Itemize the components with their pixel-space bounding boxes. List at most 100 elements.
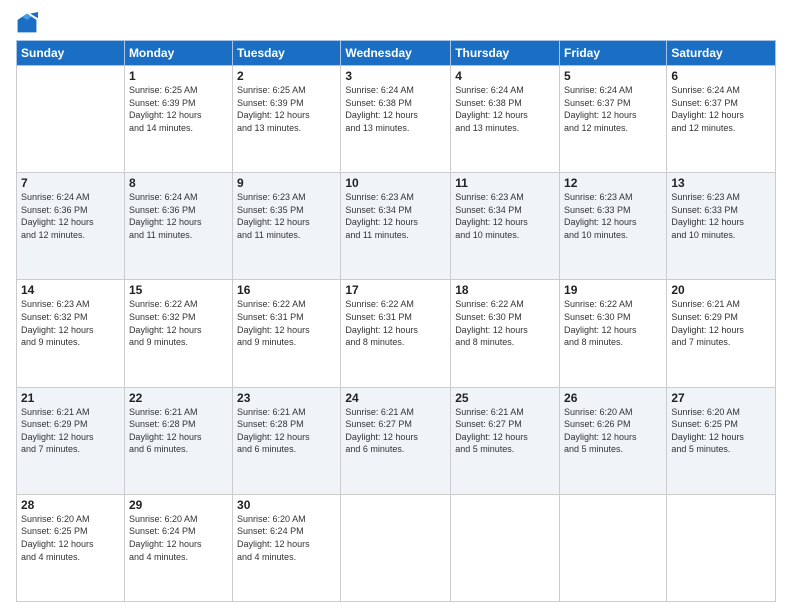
calendar-cell: 26Sunrise: 6:20 AM Sunset: 6:26 PM Dayli… <box>560 387 667 494</box>
day-info: Sunrise: 6:21 AM Sunset: 6:28 PM Dayligh… <box>129 406 228 456</box>
day-number: 29 <box>129 498 228 512</box>
day-number: 12 <box>564 176 662 190</box>
day-number: 10 <box>345 176 446 190</box>
day-info: Sunrise: 6:21 AM Sunset: 6:29 PM Dayligh… <box>671 298 771 348</box>
logo <box>16 12 42 34</box>
calendar-cell: 21Sunrise: 6:21 AM Sunset: 6:29 PM Dayli… <box>17 387 125 494</box>
day-info: Sunrise: 6:24 AM Sunset: 6:36 PM Dayligh… <box>129 191 228 241</box>
day-info: Sunrise: 6:23 AM Sunset: 6:33 PM Dayligh… <box>671 191 771 241</box>
calendar-header-tuesday: Tuesday <box>233 41 341 66</box>
day-info: Sunrise: 6:20 AM Sunset: 6:24 PM Dayligh… <box>237 513 336 563</box>
day-number: 25 <box>455 391 555 405</box>
day-number: 22 <box>129 391 228 405</box>
calendar-cell: 6Sunrise: 6:24 AM Sunset: 6:37 PM Daylig… <box>667 66 776 173</box>
calendar-cell: 19Sunrise: 6:22 AM Sunset: 6:30 PM Dayli… <box>560 280 667 387</box>
day-number: 9 <box>237 176 336 190</box>
day-number: 1 <box>129 69 228 83</box>
calendar-cell: 30Sunrise: 6:20 AM Sunset: 6:24 PM Dayli… <box>233 494 341 601</box>
day-info: Sunrise: 6:20 AM Sunset: 6:25 PM Dayligh… <box>21 513 120 563</box>
day-number: 27 <box>671 391 771 405</box>
day-number: 2 <box>237 69 336 83</box>
calendar-header-sunday: Sunday <box>17 41 125 66</box>
calendar-cell: 12Sunrise: 6:23 AM Sunset: 6:33 PM Dayli… <box>560 173 667 280</box>
calendar-cell <box>451 494 560 601</box>
calendar-cell: 25Sunrise: 6:21 AM Sunset: 6:27 PM Dayli… <box>451 387 560 494</box>
calendar-cell: 1Sunrise: 6:25 AM Sunset: 6:39 PM Daylig… <box>124 66 232 173</box>
day-info: Sunrise: 6:24 AM Sunset: 6:38 PM Dayligh… <box>455 84 555 134</box>
day-number: 23 <box>237 391 336 405</box>
day-info: Sunrise: 6:21 AM Sunset: 6:27 PM Dayligh… <box>455 406 555 456</box>
calendar-cell: 14Sunrise: 6:23 AM Sunset: 6:32 PM Dayli… <box>17 280 125 387</box>
day-number: 15 <box>129 283 228 297</box>
day-info: Sunrise: 6:23 AM Sunset: 6:34 PM Dayligh… <box>455 191 555 241</box>
day-number: 24 <box>345 391 446 405</box>
calendar-cell: 15Sunrise: 6:22 AM Sunset: 6:32 PM Dayli… <box>124 280 232 387</box>
day-info: Sunrise: 6:23 AM Sunset: 6:32 PM Dayligh… <box>21 298 120 348</box>
day-info: Sunrise: 6:24 AM Sunset: 6:38 PM Dayligh… <box>345 84 446 134</box>
calendar-header-monday: Monday <box>124 41 232 66</box>
calendar-cell: 16Sunrise: 6:22 AM Sunset: 6:31 PM Dayli… <box>233 280 341 387</box>
calendar-header-friday: Friday <box>560 41 667 66</box>
day-info: Sunrise: 6:24 AM Sunset: 6:37 PM Dayligh… <box>564 84 662 134</box>
calendar-week-row: 14Sunrise: 6:23 AM Sunset: 6:32 PM Dayli… <box>17 280 776 387</box>
day-number: 20 <box>671 283 771 297</box>
calendar-week-row: 7Sunrise: 6:24 AM Sunset: 6:36 PM Daylig… <box>17 173 776 280</box>
day-number: 14 <box>21 283 120 297</box>
calendar-cell <box>341 494 451 601</box>
calendar-cell: 13Sunrise: 6:23 AM Sunset: 6:33 PM Dayli… <box>667 173 776 280</box>
calendar-cell: 4Sunrise: 6:24 AM Sunset: 6:38 PM Daylig… <box>451 66 560 173</box>
day-number: 17 <box>345 283 446 297</box>
day-info: Sunrise: 6:21 AM Sunset: 6:27 PM Dayligh… <box>345 406 446 456</box>
day-number: 26 <box>564 391 662 405</box>
calendar-cell: 28Sunrise: 6:20 AM Sunset: 6:25 PM Dayli… <box>17 494 125 601</box>
day-number: 8 <box>129 176 228 190</box>
calendar-cell: 27Sunrise: 6:20 AM Sunset: 6:25 PM Dayli… <box>667 387 776 494</box>
day-number: 6 <box>671 69 771 83</box>
calendar-cell: 2Sunrise: 6:25 AM Sunset: 6:39 PM Daylig… <box>233 66 341 173</box>
day-info: Sunrise: 6:22 AM Sunset: 6:30 PM Dayligh… <box>455 298 555 348</box>
calendar-cell: 17Sunrise: 6:22 AM Sunset: 6:31 PM Dayli… <box>341 280 451 387</box>
calendar-cell: 18Sunrise: 6:22 AM Sunset: 6:30 PM Dayli… <box>451 280 560 387</box>
calendar-cell: 20Sunrise: 6:21 AM Sunset: 6:29 PM Dayli… <box>667 280 776 387</box>
calendar-header-saturday: Saturday <box>667 41 776 66</box>
day-number: 18 <box>455 283 555 297</box>
calendar-cell: 22Sunrise: 6:21 AM Sunset: 6:28 PM Dayli… <box>124 387 232 494</box>
calendar-week-row: 28Sunrise: 6:20 AM Sunset: 6:25 PM Dayli… <box>17 494 776 601</box>
day-info: Sunrise: 6:23 AM Sunset: 6:34 PM Dayligh… <box>345 191 446 241</box>
calendar-week-row: 1Sunrise: 6:25 AM Sunset: 6:39 PM Daylig… <box>17 66 776 173</box>
day-info: Sunrise: 6:24 AM Sunset: 6:37 PM Dayligh… <box>671 84 771 134</box>
calendar-cell: 3Sunrise: 6:24 AM Sunset: 6:38 PM Daylig… <box>341 66 451 173</box>
calendar-header-row: SundayMondayTuesdayWednesdayThursdayFrid… <box>17 41 776 66</box>
day-info: Sunrise: 6:22 AM Sunset: 6:31 PM Dayligh… <box>345 298 446 348</box>
day-number: 16 <box>237 283 336 297</box>
calendar-table: SundayMondayTuesdayWednesdayThursdayFrid… <box>16 40 776 602</box>
calendar-cell: 7Sunrise: 6:24 AM Sunset: 6:36 PM Daylig… <box>17 173 125 280</box>
day-info: Sunrise: 6:21 AM Sunset: 6:28 PM Dayligh… <box>237 406 336 456</box>
calendar-header-wednesday: Wednesday <box>341 41 451 66</box>
day-info: Sunrise: 6:22 AM Sunset: 6:32 PM Dayligh… <box>129 298 228 348</box>
calendar-cell: 29Sunrise: 6:20 AM Sunset: 6:24 PM Dayli… <box>124 494 232 601</box>
day-number: 11 <box>455 176 555 190</box>
day-info: Sunrise: 6:20 AM Sunset: 6:24 PM Dayligh… <box>129 513 228 563</box>
day-number: 4 <box>455 69 555 83</box>
day-info: Sunrise: 6:20 AM Sunset: 6:25 PM Dayligh… <box>671 406 771 456</box>
day-info: Sunrise: 6:21 AM Sunset: 6:29 PM Dayligh… <box>21 406 120 456</box>
day-info: Sunrise: 6:22 AM Sunset: 6:30 PM Dayligh… <box>564 298 662 348</box>
day-number: 13 <box>671 176 771 190</box>
day-info: Sunrise: 6:20 AM Sunset: 6:26 PM Dayligh… <box>564 406 662 456</box>
day-number: 7 <box>21 176 120 190</box>
day-number: 5 <box>564 69 662 83</box>
day-number: 3 <box>345 69 446 83</box>
day-number: 19 <box>564 283 662 297</box>
day-info: Sunrise: 6:22 AM Sunset: 6:31 PM Dayligh… <box>237 298 336 348</box>
calendar-cell <box>17 66 125 173</box>
calendar-cell: 11Sunrise: 6:23 AM Sunset: 6:34 PM Dayli… <box>451 173 560 280</box>
day-info: Sunrise: 6:24 AM Sunset: 6:36 PM Dayligh… <box>21 191 120 241</box>
day-info: Sunrise: 6:23 AM Sunset: 6:35 PM Dayligh… <box>237 191 336 241</box>
calendar-cell <box>560 494 667 601</box>
day-info: Sunrise: 6:25 AM Sunset: 6:39 PM Dayligh… <box>129 84 228 134</box>
day-info: Sunrise: 6:25 AM Sunset: 6:39 PM Dayligh… <box>237 84 336 134</box>
calendar-cell <box>667 494 776 601</box>
calendar-cell: 5Sunrise: 6:24 AM Sunset: 6:37 PM Daylig… <box>560 66 667 173</box>
day-info: Sunrise: 6:23 AM Sunset: 6:33 PM Dayligh… <box>564 191 662 241</box>
